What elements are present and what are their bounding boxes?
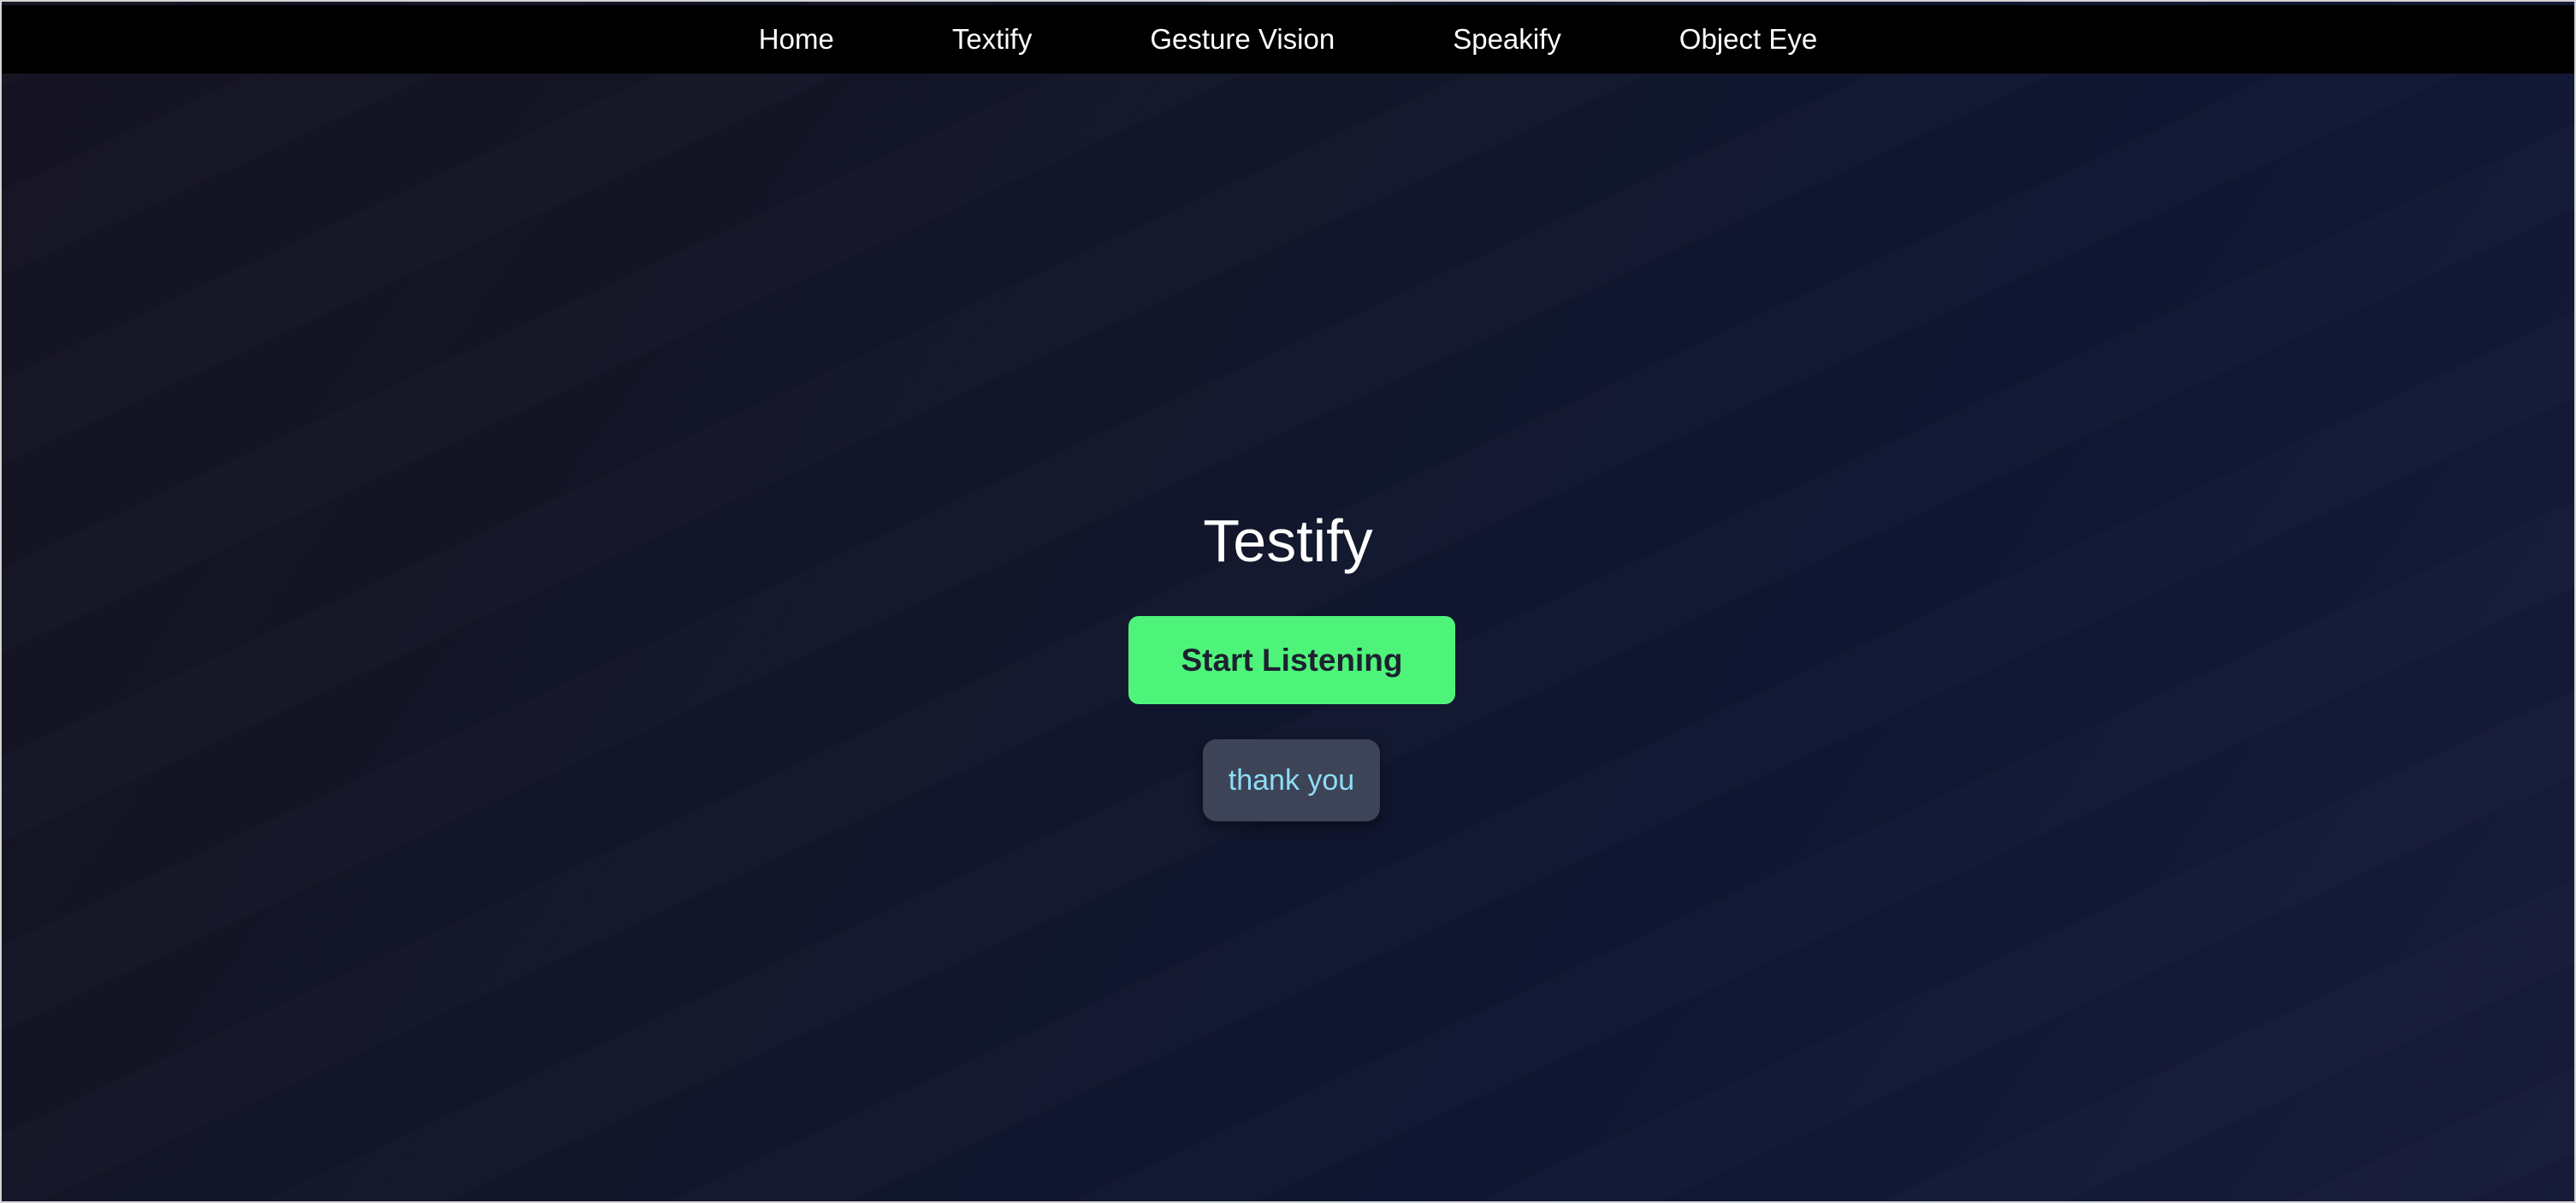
nav-link-speakify[interactable]: Speakify [1453, 23, 1561, 56]
app-page: Home Textify Gesture Vision Speakify Obj… [0, 0, 2576, 1203]
nav-link-home[interactable]: Home [759, 23, 834, 56]
main-content: Testify Start Listening thank you [2, 2, 2574, 1201]
page-title: Testify [1203, 507, 1373, 574]
nav-link-object-eye[interactable]: Object Eye [1679, 23, 1817, 56]
transcript-box: thank you [1203, 739, 1380, 821]
top-navbar: Home Textify Gesture Vision Speakify Obj… [2, 5, 2574, 74]
start-listening-button[interactable]: Start Listening [1128, 616, 1455, 704]
nav-link-textify[interactable]: Textify [952, 23, 1033, 56]
nav-link-gesture-vision[interactable]: Gesture Vision [1150, 23, 1335, 56]
transcript-text: thank you [1228, 763, 1355, 797]
